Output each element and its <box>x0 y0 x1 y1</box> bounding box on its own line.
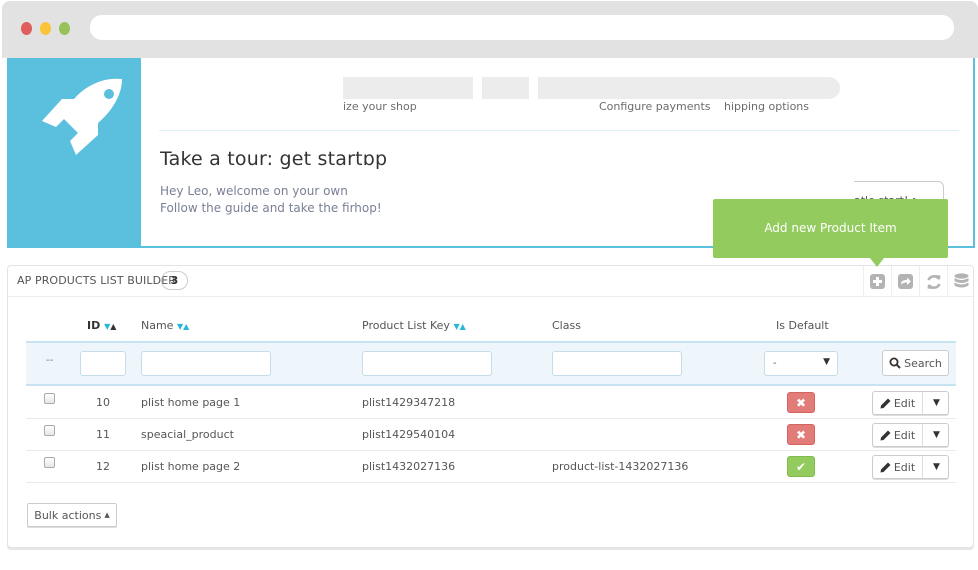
filter-is-default-value: - <box>773 358 777 369</box>
filter-key-input[interactable] <box>362 351 492 376</box>
chevron-down-icon: ▼ <box>823 357 830 367</box>
maximize-window-dot[interactable] <box>59 22 70 35</box>
cross-icon: ✖ <box>795 395 807 410</box>
bulk-actions-label: Bulk actions <box>34 508 102 522</box>
sql-query-button[interactable] <box>947 266 975 297</box>
row-key: plist1432027136 <box>362 460 456 473</box>
progress-step-3 <box>538 77 840 99</box>
refresh-button[interactable] <box>919 266 947 297</box>
filter-placeholder-dash: -- <box>46 355 54 366</box>
step-label-payments: Configure payments <box>599 100 711 113</box>
filter-class-input[interactable] <box>552 351 682 376</box>
row-actions: Edit ▼ <box>872 391 949 415</box>
column-header-id[interactable]: ID ▼▲ <box>87 319 116 332</box>
edit-label: Edit <box>893 396 916 410</box>
row-actions: Edit ▼ <box>872 423 949 447</box>
progress-step-2 <box>482 77 529 99</box>
progress-step-1 <box>343 77 473 99</box>
table-row[interactable]: 10 plist home page 1 plist1429347218 ✖ E… <box>26 387 956 419</box>
row-key: plist1429540104 <box>362 428 456 441</box>
column-label-id: ID <box>87 319 101 332</box>
row-name: plist home page 1 <box>141 396 241 409</box>
rocket-icon <box>42 78 122 155</box>
row-class: product-list-1432027136 <box>552 460 689 473</box>
products-list-panel: AP PRODUCTS LIST BUILDER 3 ID ▼▲ Name ▼▲… <box>7 265 974 548</box>
export-icon <box>898 274 913 289</box>
edit-button[interactable]: Edit <box>873 392 923 414</box>
banner-welcome-text: Hey Leo, welcome on your own <box>160 184 348 198</box>
banner-title: Take a tour: get startɒp <box>160 148 388 170</box>
step-label-customize: ize your shop <box>343 100 417 113</box>
edit-label: Edit <box>893 428 916 442</box>
column-header-class: Class <box>552 319 581 332</box>
row-id: 12 <box>96 460 110 473</box>
column-header-name[interactable]: Name ▼▲ <box>141 319 189 332</box>
row-actions: Edit ▼ <box>872 455 949 479</box>
row-checkbox[interactable] <box>44 457 55 468</box>
tooltip-arrow <box>870 258 884 267</box>
sort-asc-icon[interactable]: ▲ <box>183 322 189 331</box>
pencil-icon <box>880 462 891 472</box>
caret-up-icon: ▲ <box>104 511 110 519</box>
filter-row: -- - ▼ Search <box>26 341 956 386</box>
step-label-shipping: hipping options <box>724 100 810 113</box>
actions-dropdown-toggle[interactable]: ▼ <box>924 424 949 446</box>
search-icon <box>889 357 901 369</box>
pencil-icon <box>880 430 891 440</box>
row-id: 11 <box>96 428 110 441</box>
caret-down-icon: ▼ <box>933 462 940 472</box>
close-window-dot[interactable] <box>21 22 32 35</box>
add-new-tooltip: Add new Product Item <box>713 199 948 258</box>
address-bar[interactable] <box>90 15 954 40</box>
check-icon: ✔ <box>795 459 807 474</box>
banner-guide-text: Follow the guide and take the firhop! <box>160 201 382 215</box>
minimize-window-dot[interactable] <box>40 22 51 35</box>
edit-button[interactable]: Edit <box>873 424 923 446</box>
actions-dropdown-toggle[interactable]: ▼ <box>924 456 949 478</box>
panel-heading: AP PRODUCTS LIST BUILDER 3 <box>8 266 973 297</box>
filter-id-input[interactable] <box>80 351 126 376</box>
is-default-toggle[interactable]: ✖ <box>787 392 815 413</box>
banner-sidebar <box>9 58 141 246</box>
caret-down-icon: ▼ <box>933 430 940 440</box>
count-badge: 3 <box>161 271 188 290</box>
browser-chrome <box>2 1 978 58</box>
banner-divider <box>159 130 959 131</box>
is-default-toggle[interactable]: ✔ <box>787 456 815 477</box>
is-default-toggle[interactable]: ✖ <box>787 424 815 445</box>
table-row[interactable]: 11 speacial_product plist1429540104 ✖ Ed… <box>26 419 956 451</box>
filter-name-input[interactable] <box>141 351 271 376</box>
search-button[interactable]: Search <box>882 350 949 376</box>
export-button[interactable] <box>891 266 919 297</box>
sort-asc-icon[interactable]: ▲ <box>460 322 466 331</box>
column-label-name: Name <box>141 319 174 332</box>
cross-icon: ✖ <box>795 427 807 442</box>
search-label: Search <box>904 356 942 370</box>
row-checkbox[interactable] <box>44 393 55 404</box>
sort-asc-icon[interactable]: ▲ <box>110 322 116 331</box>
column-header-key[interactable]: Product List Key ▼▲ <box>362 319 466 332</box>
caret-down-icon: ▼ <box>933 398 940 408</box>
table-row[interactable]: 12 plist home page 2 plist1432027136 pro… <box>26 451 956 483</box>
edit-label: Edit <box>893 460 916 474</box>
row-name: speacial_product <box>141 428 234 441</box>
filter-is-default-select[interactable]: - ▼ <box>764 351 838 376</box>
add-new-button[interactable] <box>863 266 891 297</box>
row-key: plist1429347218 <box>362 396 456 409</box>
actions-dropdown-toggle[interactable]: ▼ <box>924 392 949 414</box>
row-id: 10 <box>96 396 110 409</box>
row-checkbox[interactable] <box>44 425 55 436</box>
edit-button[interactable]: Edit <box>873 456 923 478</box>
sql-query-icon <box>954 273 969 288</box>
panel-title: AP PRODUCTS LIST BUILDER <box>17 274 176 287</box>
column-label-key: Product List Key <box>362 319 450 332</box>
bulk-actions-button[interactable]: Bulk actions ▲ <box>27 503 117 527</box>
pencil-icon <box>880 398 891 408</box>
column-header-is-default: Is Default <box>776 319 829 332</box>
add-new-icon <box>870 274 885 289</box>
row-name: plist home page 2 <box>141 460 241 473</box>
refresh-icon <box>926 274 941 289</box>
